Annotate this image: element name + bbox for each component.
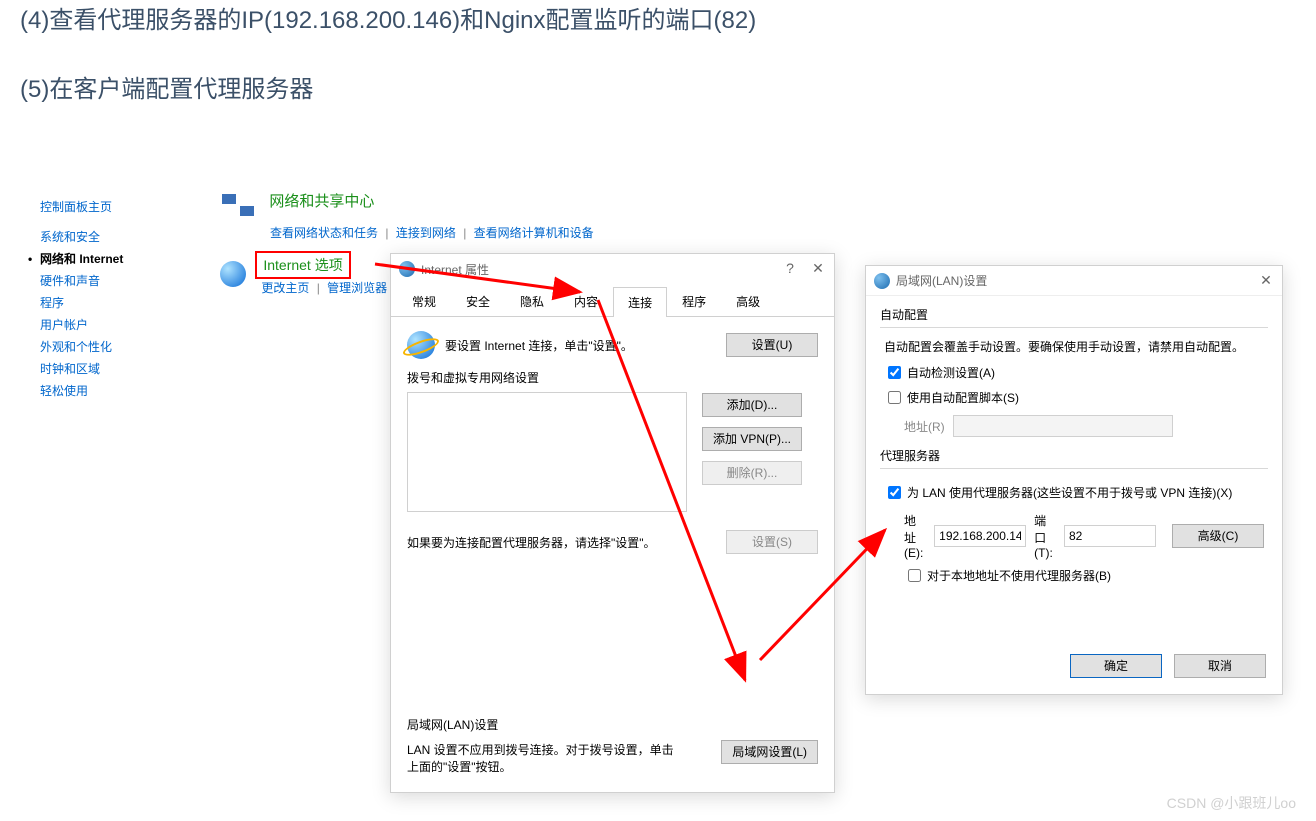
advanced-button[interactable]: 高级(C) — [1172, 524, 1264, 548]
sidebar-link-5[interactable]: 外观和个性化 — [40, 340, 112, 354]
network-icon — [220, 190, 260, 224]
sidebar-link-2[interactable]: 硬件和声音 — [40, 274, 100, 288]
internet-options-highlight[interactable]: Internet 选项 — [255, 251, 350, 279]
bypass-local-label: 对于本地地址不使用代理服务器(B) — [927, 567, 1111, 584]
ie-icon — [407, 331, 435, 359]
tab-security[interactable]: 安全 — [451, 286, 505, 316]
auto-script-checkbox[interactable] — [888, 391, 901, 404]
tab-connections[interactable]: 连接 — [613, 287, 667, 317]
proxy-group-title: 代理服务器 — [880, 447, 1268, 464]
globe-icon — [220, 261, 246, 287]
proxy-addr-input[interactable] — [934, 525, 1026, 547]
watermark: CSDN @小跟班儿oo — [1167, 793, 1296, 813]
setup-instruction: 要设置 Internet 连接，单击"设置"。 — [445, 337, 633, 354]
internet-options-dialog: Internet 属性 ? ✕ 常规 安全 隐私 内容 连接 程序 高级 要设置… — [390, 253, 835, 793]
link-view-devices[interactable]: 查看网络计算机和设备 — [474, 226, 594, 240]
lan-legend: 局域网(LAN)设置 — [407, 716, 818, 733]
close-button[interactable]: ✕ — [806, 260, 830, 277]
network-center-title[interactable]: 网络和共享中心 — [269, 190, 374, 211]
link-connect[interactable]: 连接到网络 — [396, 226, 456, 240]
control-panel-sidebar: 控制面板主页 系统和安全 网络和 Internet 硬件和声音 程序 用户帐户 … — [40, 196, 190, 402]
auto-detect-label: 自动检测设置(A) — [907, 364, 995, 381]
script-addr-input — [953, 415, 1173, 437]
ok-button[interactable]: 确定 — [1070, 654, 1162, 678]
tab-content[interactable]: 内容 — [559, 286, 613, 316]
auto-detect-checkbox[interactable] — [888, 366, 901, 379]
dialog-titlebar: Internet 属性 ? ✕ — [391, 254, 834, 284]
use-proxy-row[interactable]: 为 LAN 使用代理服务器(这些设置不用于拨号或 VPN 连接)(X) — [884, 483, 1264, 502]
proxy-port-input[interactable] — [1064, 525, 1156, 547]
tab-privacy[interactable]: 隐私 — [505, 286, 559, 316]
dial-section: 拨号和虚拟专用网络设置 添加(D)... 添加 VPN(P)... 删除(R).… — [407, 369, 818, 554]
bypass-local-checkbox[interactable] — [908, 569, 921, 582]
link-view-status[interactable]: 查看网络状态和任务 — [270, 226, 378, 240]
dialog-titlebar: 局域网(LAN)设置 ✕ — [866, 266, 1282, 296]
auto-detect-row[interactable]: 自动检测设置(A) — [884, 363, 1264, 382]
sidebar-link-1[interactable]: 网络和 Internet — [40, 252, 123, 266]
cancel-button[interactable]: 取消 — [1174, 654, 1266, 678]
setup-button[interactable]: 设置(U) — [726, 333, 818, 357]
sidebar-link-7[interactable]: 轻松使用 — [40, 384, 88, 398]
lan-hint: LAN 设置不应用到拨号连接。对于拨号设置，单击上面的"设置"按钮。 — [407, 741, 677, 775]
sidebar-link-0[interactable]: 系统和安全 — [40, 230, 100, 244]
dialog-icon — [874, 273, 890, 289]
auto-script-label: 使用自动配置脚本(S) — [907, 389, 1019, 406]
heading-step5: (5)在客户端配置代理服务器 — [20, 69, 1316, 104]
dialog-title: 局域网(LAN)设置 — [896, 272, 987, 289]
sidebar-link-4[interactable]: 用户帐户 — [40, 318, 88, 332]
lan-section: 局域网(LAN)设置 LAN 设置不应用到拨号连接。对于拨号设置，单击上面的"设… — [407, 716, 818, 775]
sidebar-link-3[interactable]: 程序 — [40, 296, 64, 310]
add-button[interactable]: 添加(D)... — [702, 393, 802, 417]
proxy-port-label: 端口(T): — [1034, 512, 1056, 560]
dial-legend: 拨号和虚拟专用网络设置 — [407, 369, 818, 386]
tab-programs[interactable]: 程序 — [667, 286, 721, 316]
lan-settings-button[interactable]: 局域网设置(L) — [721, 740, 818, 764]
sidebar-link-home[interactable]: 控制面板主页 — [40, 200, 112, 214]
dial-settings-button: 设置(S) — [726, 530, 818, 554]
tab-general[interactable]: 常规 — [397, 286, 451, 316]
proxy-addr-label: 地址(E): — [904, 512, 926, 560]
link-change-homepage[interactable]: 更改主页 — [261, 281, 309, 295]
proxy-hint: 如果要为连接配置代理服务器，请选择"设置"。 — [407, 534, 726, 551]
auto-script-row[interactable]: 使用自动配置脚本(S) — [884, 388, 1264, 407]
bypass-local-row[interactable]: 对于本地地址不使用代理服务器(B) — [904, 566, 1264, 585]
close-button[interactable]: ✕ — [1254, 272, 1278, 289]
link-manage-browser[interactable]: 管理浏览器 — [327, 281, 387, 295]
dialog-title: Internet 属性 — [421, 261, 489, 278]
auto-config-hint: 自动配置会覆盖手动设置。要确保使用手动设置，请禁用自动配置。 — [884, 338, 1264, 355]
script-addr-label: 地址(R) — [904, 418, 945, 435]
sidebar-link-6[interactable]: 时钟和区域 — [40, 362, 100, 376]
lan-settings-dialog: 局域网(LAN)设置 ✕ 自动配置 自动配置会覆盖手动设置。要确保使用手动设置，… — [865, 265, 1283, 695]
help-button[interactable]: ? — [778, 260, 802, 276]
use-proxy-label: 为 LAN 使用代理服务器(这些设置不用于拨号或 VPN 连接)(X) — [907, 484, 1232, 501]
auto-config-group-title: 自动配置 — [880, 306, 1268, 323]
tab-advanced[interactable]: 高级 — [721, 286, 775, 316]
dialog-icon — [399, 261, 415, 277]
dialup-list[interactable] — [407, 392, 687, 512]
use-proxy-checkbox[interactable] — [888, 486, 901, 499]
add-vpn-button[interactable]: 添加 VPN(P)... — [702, 427, 802, 451]
remove-button: 删除(R)... — [702, 461, 802, 485]
heading-step4: (4)查看代理服务器的IP(192.168.200.146)和Nginx配置监听… — [20, 0, 1316, 35]
dialog-tabs: 常规 安全 隐私 内容 连接 程序 高级 — [391, 286, 834, 317]
